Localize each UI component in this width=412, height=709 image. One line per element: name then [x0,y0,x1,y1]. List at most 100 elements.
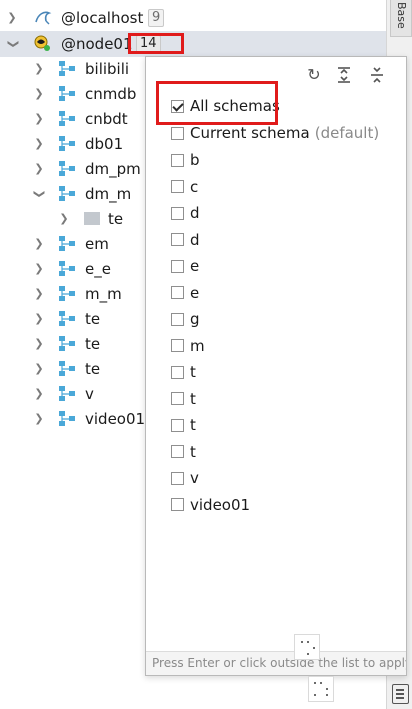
schema-option-label: d [190,204,200,222]
chevron-down-icon[interactable]: ❯ [7,38,20,50]
schema-option-checkbox[interactable] [171,339,184,352]
tree-label-schema: m_m [85,285,122,303]
schema-icon [59,411,75,426]
count-badge-node01[interactable]: 14 [136,35,161,53]
chevron-right-icon[interactable]: ❯ [33,388,45,400]
schema-option-checkbox[interactable] [171,365,184,379]
schema-icon [59,386,75,401]
chevron-down-icon[interactable]: ❯ [33,188,46,200]
schema-option[interactable]: c [171,176,198,198]
tree-label-schema: cnbdt [85,110,128,128]
schema-option-label: m [190,336,205,355]
chevron-right-icon[interactable]: ❯ [33,138,45,150]
schema-option-checkbox[interactable] [171,445,184,458]
schema-option[interactable]: t [171,388,196,410]
schema-option-checkbox[interactable] [171,392,184,405]
schema-icon [59,311,75,326]
schema-option-checkbox[interactable] [171,153,184,167]
schema-option[interactable]: m [171,335,205,357]
chevron-right-icon[interactable]: ❯ [33,63,45,75]
schema-icon [59,136,75,151]
database-tool-tab[interactable]: Base [390,0,412,37]
schema-option[interactable]: d [171,202,200,224]
expand-all-icon[interactable] [333,64,355,86]
schema-icon [59,111,75,126]
schema-icon [59,261,75,276]
chevron-right-icon[interactable]: ❯ [33,288,45,300]
schema-option-label: v [190,469,199,487]
tree-label-schema: dm_m [85,185,132,203]
notifications-icon[interactable] [392,684,409,704]
tree-label-schema: v [85,385,94,403]
schema-option-label: t [190,416,196,434]
schema-option[interactable]: e [171,282,199,304]
chevron-right-icon[interactable]: ❯ [33,413,45,425]
schema-option-label: t [190,389,196,408]
chevron-right-icon[interactable]: ❯ [33,113,45,125]
chevron-right-icon[interactable]: ❯ [33,338,45,350]
schema-option[interactable]: d [171,229,200,251]
option-current-schema[interactable]: Current schema (default) [171,122,379,144]
tree-label-schema: te [85,360,101,378]
all-schemas-checkbox[interactable] [171,99,184,113]
chevron-right-icon[interactable]: ❯ [33,163,45,175]
schema-option-label: video01 [190,495,251,514]
tree-label-schema: em [85,235,109,253]
schema-option-label: g [190,310,200,328]
schema-option[interactable]: g [171,308,200,330]
chevron-right-icon[interactable]: ❯ [33,238,45,250]
schema-option-label: c [190,177,199,196]
schema-option-checkbox[interactable] [171,418,184,432]
schema-option[interactable]: e [171,255,199,277]
schema-option-label: b [190,151,200,169]
schema-icon [59,86,75,101]
schema-option[interactable]: video01 [171,494,250,516]
chevron-right-icon[interactable]: ❯ [33,263,45,275]
resize-grip-icon[interactable] [294,634,320,660]
schema-icon [59,361,75,376]
current-schema-label: Current schema [190,124,310,142]
schema-option-checkbox[interactable] [171,498,184,511]
chevron-right-icon[interactable]: ❯ [33,363,45,375]
schema-option-checkbox[interactable] [171,471,184,485]
schema-option[interactable]: t [171,361,196,383]
schema-option-checkbox[interactable] [171,286,184,299]
tree-label-schema: cnmdb [85,85,137,103]
tree-label-node01: @node01 [61,35,133,53]
schema-option[interactable]: t [171,414,196,436]
tree-label-subfolder: te [108,210,124,228]
chevron-right-icon[interactable]: ❯ [58,213,70,225]
schema-option-checkbox[interactable] [171,259,184,273]
schema-icon [59,336,75,351]
schema-icon [59,286,75,301]
schema-icon [59,161,75,176]
schema-icon [59,186,75,201]
option-all-schemas[interactable]: All schemas [171,95,280,117]
tree-label-schema: e_e [85,260,111,278]
tree-row-node01[interactable]: ❯ @node01 14 [0,31,386,57]
tree-row-localhost[interactable]: ❯ @localhost 9 [0,5,386,31]
schema-option-checkbox[interactable] [171,180,184,193]
chevron-right-icon[interactable]: ❯ [33,313,45,325]
chevron-right-icon[interactable]: ❯ [33,88,45,100]
chevron-right-icon[interactable]: ❯ [6,12,18,24]
schema-option-checkbox[interactable] [171,312,184,326]
collapse-all-icon[interactable] [366,64,388,86]
tree-label-localhost: @localhost [61,9,144,27]
schema-option-checkbox[interactable] [171,233,184,246]
refresh-icon[interactable]: ↻ [303,64,325,86]
all-schemas-label: All schemas [190,97,280,115]
tree-label-schema: te [85,310,101,328]
schema-option-checkbox[interactable] [171,206,184,220]
resize-grip-icon-2[interactable] [308,676,334,702]
current-schema-note: (default) [314,124,380,142]
database-connected-icon [34,35,50,51]
popup-footer-hint: Press Enter or click outside the list to… [146,651,406,675]
schema-option[interactable]: b [171,149,200,171]
tree-label-schema: te [85,335,101,353]
current-schema-checkbox[interactable] [171,126,184,140]
schema-icon [59,236,75,251]
tree-label-schema: db01 [85,135,124,153]
schema-option[interactable]: t [171,441,196,463]
schema-option[interactable]: v [171,467,199,489]
